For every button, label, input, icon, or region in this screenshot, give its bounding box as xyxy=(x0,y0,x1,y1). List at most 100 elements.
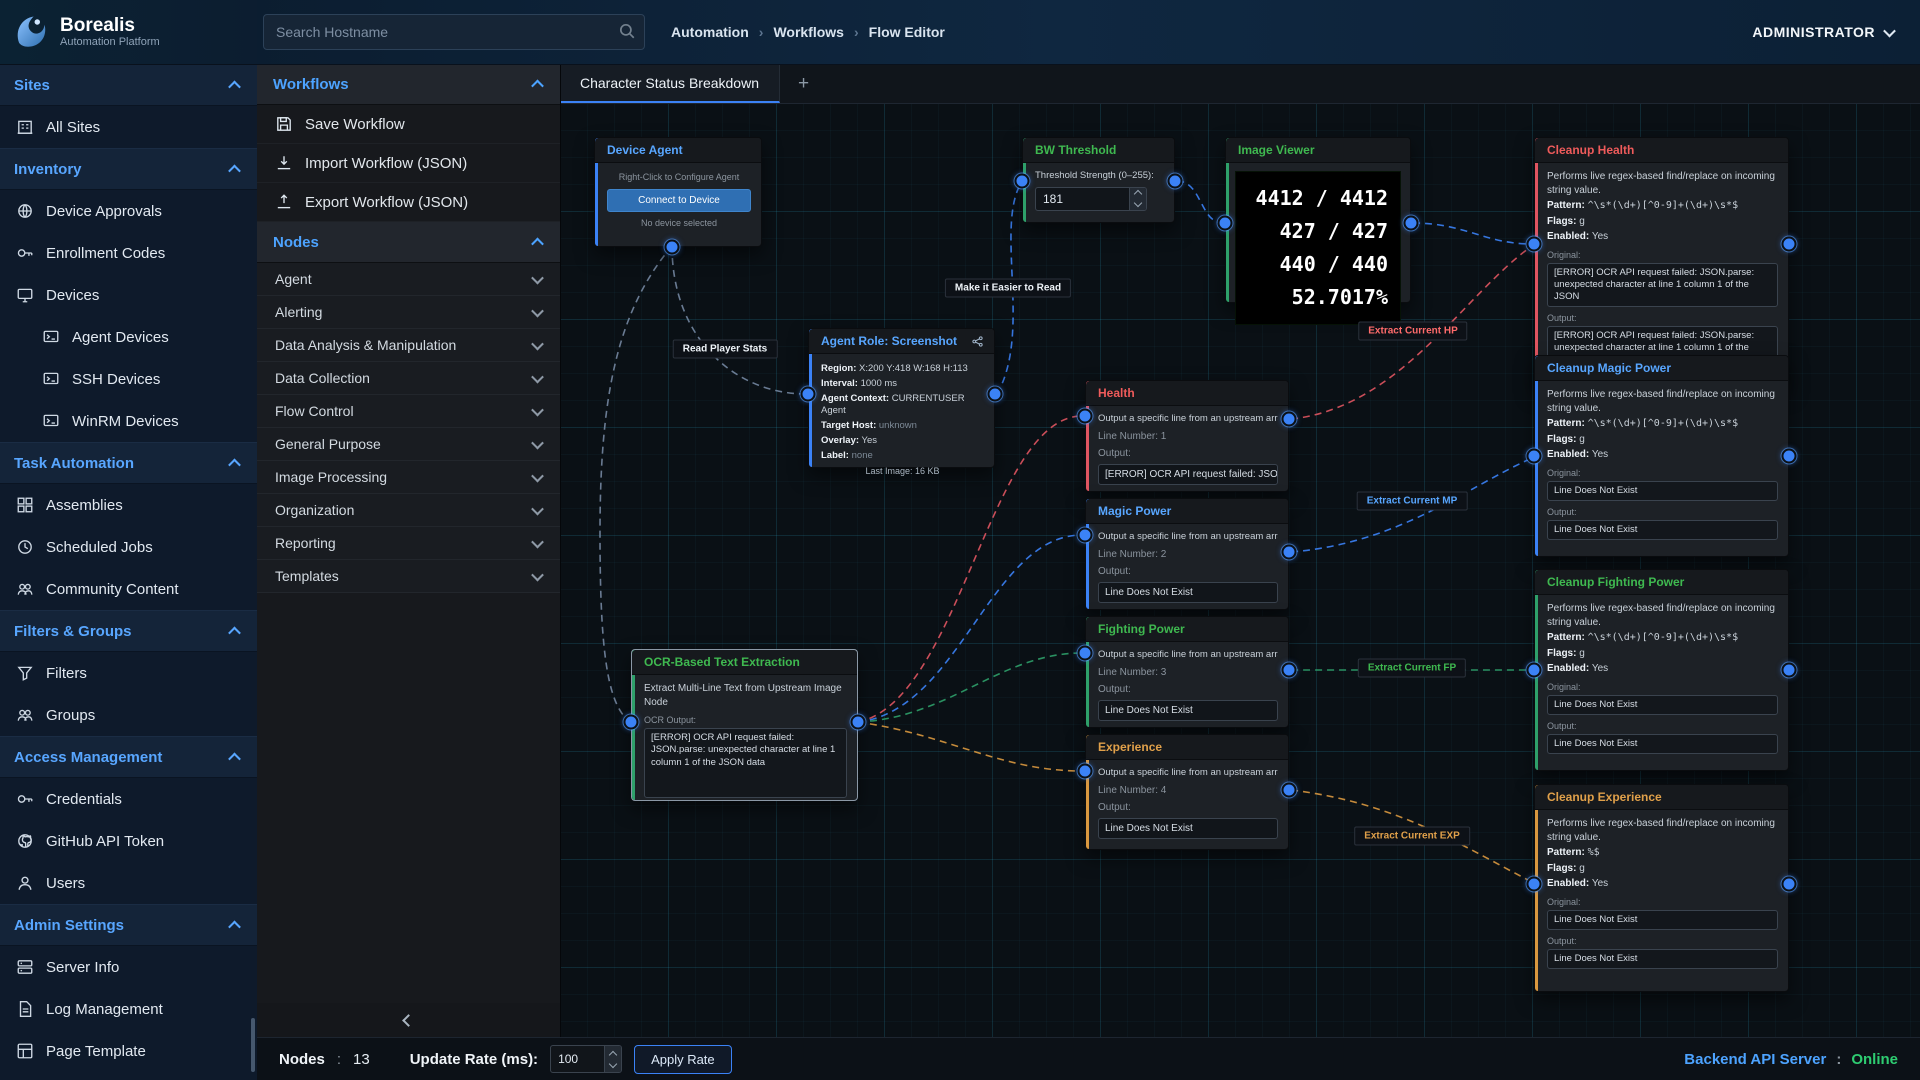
import-workflow-button[interactable]: Import Workflow (JSON) xyxy=(257,144,560,183)
port-magic-power-output[interactable] xyxy=(1282,545,1297,560)
port-device-agent-output[interactable] xyxy=(665,240,680,255)
collapse-panel-button[interactable] xyxy=(257,1003,560,1037)
original-field[interactable]: Line Does Not Exist xyxy=(1547,481,1778,501)
sidebar-section-admin-settings[interactable]: Admin Settings xyxy=(0,904,257,946)
node-image-viewer[interactable]: Image Viewer 4412 / 4412 427 / 427 440 /… xyxy=(1225,137,1411,303)
node-category-data-collection[interactable]: Data Collection xyxy=(257,362,560,395)
original-field[interactable]: Line Does Not Exist xyxy=(1547,695,1778,715)
sidebar-section-filters-groups[interactable]: Filters & Groups xyxy=(0,610,257,652)
node-ocr-text-extraction[interactable]: OCR-Based Text Extraction Extract Multi-… xyxy=(631,649,858,801)
node-cleanup-experience[interactable]: Cleanup Experience Performs live regex-b… xyxy=(1534,784,1789,992)
port-cleanup-health-output[interactable] xyxy=(1782,237,1797,252)
original-field[interactable]: Line Does Not Exist xyxy=(1547,910,1778,930)
node-category-image-processing[interactable]: Image Processing xyxy=(257,461,560,494)
original-field[interactable]: [ERROR] OCR API request failed: JSON.par… xyxy=(1547,263,1778,307)
ocr-output-field[interactable]: [ERROR] OCR API request failed: JSON.par… xyxy=(644,728,847,798)
port-image-viewer-output[interactable] xyxy=(1404,216,1419,231)
port-health-output[interactable] xyxy=(1282,412,1297,427)
breadcrumb-item-flow-editor[interactable]: Flow Editor xyxy=(869,24,945,40)
node-category-agent[interactable]: Agent xyxy=(257,263,560,296)
sidebar-item-enrollment-codes[interactable]: Enrollment Codes xyxy=(0,232,257,274)
port-cleanup-experience-output[interactable] xyxy=(1782,877,1797,892)
node-cleanup-health[interactable]: Cleanup Health Performs live regex-based… xyxy=(1534,137,1789,387)
port-agent-role-input[interactable] xyxy=(801,387,816,402)
flow-canvas[interactable]: Read Player Stats Make it Easier to Read… xyxy=(560,103,1920,1037)
sidebar-item-devices[interactable]: Devices xyxy=(0,274,257,316)
node-cleanup-fighting-power[interactable]: Cleanup Fighting Power Performs live reg… xyxy=(1534,569,1789,771)
tab-character-status-breakdown[interactable]: Character Status Breakdown xyxy=(560,64,780,103)
sidebar-item-winrm-devices[interactable]: WinRM Devices xyxy=(0,400,257,442)
sidebar-item-credentials[interactable]: Credentials xyxy=(0,778,257,820)
output-field[interactable]: [ERROR] OCR API request failed: JSON.par xyxy=(1098,464,1278,486)
sidebar-item-all-sites[interactable]: All Sites xyxy=(0,106,257,148)
output-field[interactable]: Line Does Not Exist xyxy=(1098,700,1278,722)
port-ocr-input[interactable] xyxy=(624,715,639,730)
output-field[interactable]: Line Does Not Exist xyxy=(1098,582,1278,604)
port-fighting-power-output[interactable] xyxy=(1282,663,1297,678)
port-cleanup-fighting-output[interactable] xyxy=(1782,663,1797,678)
output-field[interactable]: Line Does Not Exist xyxy=(1547,520,1778,540)
node-category-flow-control[interactable]: Flow Control xyxy=(257,395,560,428)
add-tab-button[interactable]: + xyxy=(780,64,827,103)
port-experience-output[interactable] xyxy=(1282,783,1297,798)
connect-to-device-button[interactable]: Connect to Device xyxy=(607,189,751,212)
port-fighting-power-input[interactable] xyxy=(1078,646,1093,661)
sidebar-section-task-automation[interactable]: Task Automation xyxy=(0,442,257,484)
node-category-data-analysis[interactable]: Data Analysis & Manipulation xyxy=(257,329,560,362)
sidebar-item-users[interactable]: Users xyxy=(0,862,257,904)
node-cleanup-magic-power[interactable]: Cleanup Magic Power Performs live regex-… xyxy=(1534,355,1789,557)
port-ocr-output[interactable] xyxy=(851,715,866,730)
port-cleanup-experience-input[interactable] xyxy=(1527,877,1542,892)
export-workflow-button[interactable]: Export Workflow (JSON) xyxy=(257,183,560,222)
sidebar-item-community-content[interactable]: Community Content xyxy=(0,568,257,610)
port-health-input[interactable] xyxy=(1078,409,1093,424)
sidebar-item-github-api-token[interactable]: GitHub API Token xyxy=(0,820,257,862)
sidebar-item-server-info[interactable]: Server Info xyxy=(0,946,257,988)
sidebar-section-sites[interactable]: Sites xyxy=(0,64,257,106)
port-agent-role-output[interactable] xyxy=(988,387,1003,402)
port-cleanup-health-input[interactable] xyxy=(1527,237,1542,252)
user-menu[interactable]: ADMINISTRATOR xyxy=(1752,24,1894,40)
save-workflow-button[interactable]: Save Workflow xyxy=(257,105,560,144)
port-experience-input[interactable] xyxy=(1078,764,1093,779)
node-fighting-power[interactable]: Fighting Power Output a specific line fr… xyxy=(1085,616,1289,728)
workflows-section-header[interactable]: Workflows xyxy=(257,64,560,105)
node-magic-power[interactable]: Magic Power Output a specific line from … xyxy=(1085,498,1289,610)
node-category-reporting[interactable]: Reporting xyxy=(257,527,560,560)
node-category-organization[interactable]: Organization xyxy=(257,494,560,527)
breadcrumb-item-automation[interactable]: Automation xyxy=(671,24,749,40)
sidebar-scrollbar[interactable] xyxy=(251,1018,255,1072)
node-category-alerting[interactable]: Alerting xyxy=(257,296,560,329)
port-cleanup-magic-output[interactable] xyxy=(1782,449,1797,464)
port-cleanup-fighting-input[interactable] xyxy=(1527,663,1542,678)
sidebar-item-ssh-devices[interactable]: SSH Devices xyxy=(0,358,257,400)
output-field[interactable]: Line Does Not Exist xyxy=(1547,949,1778,969)
node-bw-threshold[interactable]: BW Threshold Threshold Strength (0–255): xyxy=(1022,137,1175,223)
nodes-section-header[interactable]: Nodes xyxy=(257,222,560,263)
sidebar-section-access-management[interactable]: Access Management xyxy=(0,736,257,778)
port-bw-threshold-output[interactable] xyxy=(1168,174,1183,189)
number-spinner[interactable] xyxy=(1129,188,1146,210)
sidebar-item-scheduled-jobs[interactable]: Scheduled Jobs xyxy=(0,526,257,568)
share-nodes-icon[interactable] xyxy=(971,335,984,348)
port-cleanup-magic-input[interactable] xyxy=(1527,449,1542,464)
node-agent-role-screenshot[interactable]: Agent Role: Screenshot Region: X:200 Y:4… xyxy=(808,328,995,468)
node-health[interactable]: Health Output a specific line from an up… xyxy=(1085,380,1289,492)
node-device-agent[interactable]: Device Agent Right-Click to Configure Ag… xyxy=(594,137,762,247)
sidebar-item-filters[interactable]: Filters xyxy=(0,652,257,694)
sidebar-section-inventory[interactable]: Inventory xyxy=(0,148,257,190)
port-bw-threshold-input[interactable] xyxy=(1015,174,1030,189)
search-input[interactable] xyxy=(263,14,645,50)
breadcrumb-item-workflows[interactable]: Workflows xyxy=(773,24,844,40)
sidebar-item-page-template[interactable]: Page Template xyxy=(0,1030,257,1072)
sidebar-item-device-approvals[interactable]: Device Approvals xyxy=(0,190,257,232)
node-experience[interactable]: Experience Output a specific line from a… xyxy=(1085,734,1289,850)
number-spinner[interactable] xyxy=(604,1046,621,1072)
sidebar-item-agent-devices[interactable]: Agent Devices xyxy=(0,316,257,358)
output-field[interactable]: Line Does Not Exist xyxy=(1547,734,1778,754)
node-category-general-purpose[interactable]: General Purpose xyxy=(257,428,560,461)
node-category-templates[interactable]: Templates xyxy=(257,560,560,593)
sidebar-item-groups[interactable]: Groups xyxy=(0,694,257,736)
sidebar-item-log-management[interactable]: Log Management xyxy=(0,988,257,1030)
apply-rate-button[interactable]: Apply Rate xyxy=(634,1045,732,1074)
